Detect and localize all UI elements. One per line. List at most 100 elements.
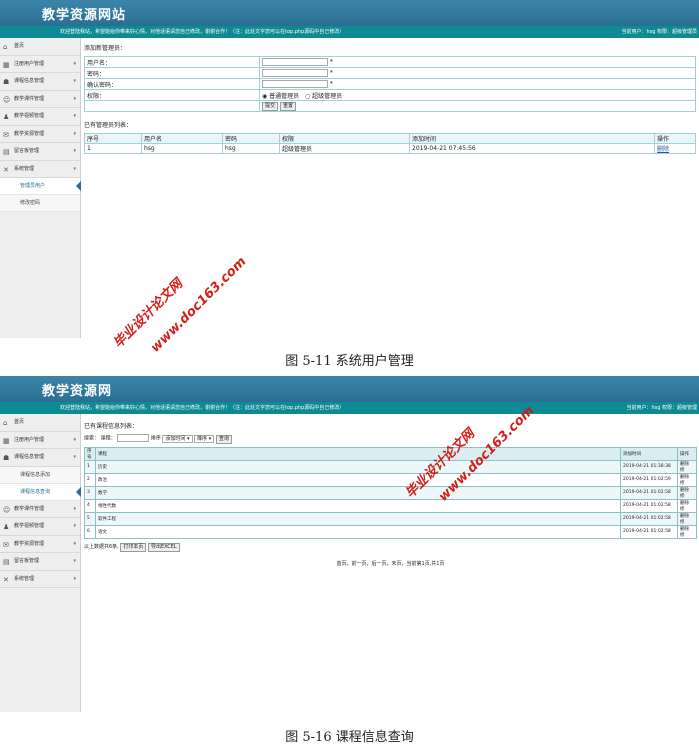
main-content: 添加新管理员： 用户名： * 密码： * 确认密码： * 权限： ◉ 普通管理员… [84, 40, 697, 154]
figure-system-user-management: 教学资源网站 欢迎登陆我站，希望能给你带来好心情，对他话语请您自己修改，谢谢合作… [0, 0, 699, 356]
radio-label: 普通管理员 [269, 92, 300, 100]
required-mark: * [329, 69, 333, 77]
table-footer: 以上数据共6条, 打印本页 导出EXCEL [84, 542, 697, 552]
sidebar-item-courses[interactable]: ☗ 课程信息管理 ▾ [0, 73, 80, 91]
admin-list-title: 已有管理员列表： [84, 122, 133, 129]
row-actions[interactable]: 删除 修 [677, 472, 697, 487]
print-button[interactable]: 打印本页 [120, 542, 147, 552]
sidebar-item-home[interactable]: ⌂ 首页 [0, 414, 80, 432]
row-actions[interactable]: 删除 修 [677, 511, 697, 526]
site-title: 教学资源网站 [42, 8, 127, 23]
caption-figure-5-11: 图 5-11 系统用户管理 [285, 354, 414, 369]
sort-field-select[interactable]: 添加时间 ▾ [162, 434, 193, 443]
sidebar-item-label: 课程信息管理 [14, 454, 45, 460]
cell: 线性代数 [95, 498, 621, 513]
sort-order-value: 降序 [197, 435, 208, 442]
radio-super-admin[interactable]: ○ 超级管理员 [305, 93, 342, 100]
table-header-row: 序号 用户名 密码 权限 添加时间 操作 [84, 133, 696, 144]
sidebar-item-guestbook[interactable]: ▤ 留言板管理 ▾ [0, 553, 80, 571]
sidebar-item-videos[interactable]: ♟ 教学视频管理 ▾ [0, 108, 80, 126]
sidebar-item-resources[interactable]: ✉ 教学资源管理 ▾ [0, 126, 80, 143]
row-actions[interactable]: 删除 修 [677, 485, 697, 500]
users-icon: ☺ [3, 505, 11, 514]
table-row: 4 线性代数 2019-04-21 01:02:58 删除 修 [84, 498, 697, 513]
password-input[interactable] [262, 69, 328, 77]
chevron-down-icon: ▾ [73, 558, 76, 564]
chat-icon: ✉ [3, 540, 9, 549]
table-row: 1 hsg hsg 超级管理员 2019-04-21 07:45:56 删除 [84, 143, 696, 154]
home-icon: ⌂ [3, 43, 8, 51]
cell: 3 [84, 485, 96, 500]
cell: 2019-04-21 01:02:58 [620, 485, 678, 500]
sidebar-item-label: 首页 [14, 43, 25, 49]
admin-list-table: 序号 用户名 密码 权限 添加时间 操作 1 hsg hsg 超级管理员 201… [84, 133, 696, 154]
table-row: 1 历史 2019-04-21 01:38:38 删除 修 [84, 459, 697, 474]
welcome-bar: 欢迎登陆我站，希望能给你带来好心情，对他话语请您自己修改，谢谢合作！（注：此处文… [0, 26, 699, 38]
sidebar-item-courses[interactable]: ☗ 课程信息管理 ▾ [0, 449, 80, 467]
cell: 1 [84, 143, 142, 154]
radio-normal-admin[interactable]: ◉ 普通管理员 [262, 93, 299, 100]
row-actions[interactable]: 删除 修 [677, 459, 697, 474]
welcome-message: 欢迎登陆我站，希望能给你带来好心情，对他话语请您自己修改，谢谢合作！（注：此处文… [60, 29, 345, 35]
sidebar-subitem-admin-users[interactable]: 管理员用户 [0, 178, 81, 195]
query-button[interactable]: 查询 [215, 434, 232, 444]
cell: 历史 [95, 459, 621, 474]
course-field-label: 课程： [100, 435, 116, 442]
submit-button[interactable]: 提交 [262, 101, 279, 111]
sidebar-subitem-change-password[interactable]: 修改密码 [0, 195, 80, 212]
sidebar-item-system[interactable]: ✕ 系统管理 ▾ [0, 571, 80, 588]
pagination[interactable]: 首页，前一页，后一页，末页，当前第1页,共1页 [84, 560, 697, 567]
confirm-password-input[interactable] [262, 80, 328, 88]
sidebar-item-guestbook[interactable]: ▤ 留言板管理 ▾ [0, 143, 80, 161]
delete-link[interactable]: 删除 [657, 146, 669, 153]
sidebar-item-label: 教学视频管理 [14, 113, 45, 119]
sidebar-item-label: 课程信息管理 [14, 78, 45, 84]
sidebar-item-label: 教学视频管理 [14, 523, 45, 529]
col-header: 用户名 [141, 133, 223, 144]
home-icon: ⌂ [3, 419, 8, 427]
current-user-info: 当前用户：hsg 权限：超级管理员 [621, 29, 697, 35]
sidebar-item-registered-users[interactable]: ▦ 注册用户管理 ▾ [0, 432, 80, 449]
cell: 2019-04-21 01:02:59 [620, 472, 678, 487]
sidebar-item-registered-users[interactable]: ▦ 注册用户管理 ▾ [0, 56, 80, 73]
sidebar-item-courseware[interactable]: ☺ 教学课件管理 ▾ [0, 501, 80, 518]
username-input[interactable] [262, 58, 328, 66]
sort-order-select[interactable]: 降序 ▾ [194, 434, 215, 443]
sidebar-item-label: 教学课件管理 [14, 95, 45, 102]
col-header: 课程 [95, 446, 621, 461]
permission-label: 权限： [84, 89, 260, 101]
table-row: 5 软件工程 2019-04-21 01:02:58 删除 修 [84, 511, 697, 526]
welcome-bar: 欢迎登陆我站，希望能给你带来好心情，对他话语请您自己修改，谢谢合作！（注：此处文… [0, 402, 699, 414]
sort-field-value: 添加时间 [165, 435, 186, 442]
sidebar-item-videos[interactable]: ♟ 教学视频管理 ▾ [0, 518, 80, 536]
main-content: 已有课程信息列表： 搜索： 课程： 排序 添加时间 ▾ 降序 ▾ 查询 序号 课… [84, 418, 697, 567]
row-actions[interactable]: 删除 修 [677, 498, 697, 513]
col-header: 密码 [222, 133, 280, 144]
username-label: 用户名： [84, 56, 260, 68]
cell: 6 [84, 524, 96, 539]
cell: 语文 [95, 524, 621, 539]
sidebar-subitem-query-course[interactable]: 课程信息查询 [0, 483, 81, 501]
chevron-down-icon: ▾ [73, 523, 76, 529]
table-row: 2 政治 2019-04-21 01:02:59 删除 修 [84, 472, 697, 487]
course-search-input[interactable] [117, 434, 150, 442]
sidebar-item-home[interactable]: ⌂ 首页 [0, 38, 80, 56]
sidebar-item-label: 教学资源管理 [14, 130, 45, 137]
reset-button[interactable]: 重置 [279, 101, 296, 111]
sidebar-item-courseware[interactable]: ☺ 教学课件管理 ▾ [0, 91, 80, 108]
sidebar-item-label: 系统管理 [14, 575, 35, 582]
table-row: 3 数学 2019-04-21 01:02:58 删除 修 [84, 485, 697, 500]
sidebar-item-system[interactable]: ✕ 系统管理 ▾ [0, 161, 80, 178]
col-header: 权限 [279, 133, 410, 144]
sidebar-subitem-add-course[interactable]: 课程信息添加 [0, 466, 80, 484]
export-excel-button[interactable]: 导出EXCEL [147, 542, 180, 552]
sidebar-item-label: 注册用户管理 [14, 436, 45, 443]
search-bar: 搜索： 课程： 排序 添加时间 ▾ 降序 ▾ 查询 [84, 434, 697, 444]
sidebar-item-label: 首页 [14, 419, 25, 425]
search-label: 搜索： [84, 435, 100, 442]
cell: 2019-04-21 07:45:56 [409, 143, 655, 154]
chevron-down-icon: ▾ [73, 540, 76, 547]
tools-icon: ✕ [3, 165, 9, 174]
sidebar-item-resources[interactable]: ✉ 教学资源管理 ▾ [0, 536, 80, 553]
row-actions[interactable]: 删除 修 [677, 524, 697, 539]
